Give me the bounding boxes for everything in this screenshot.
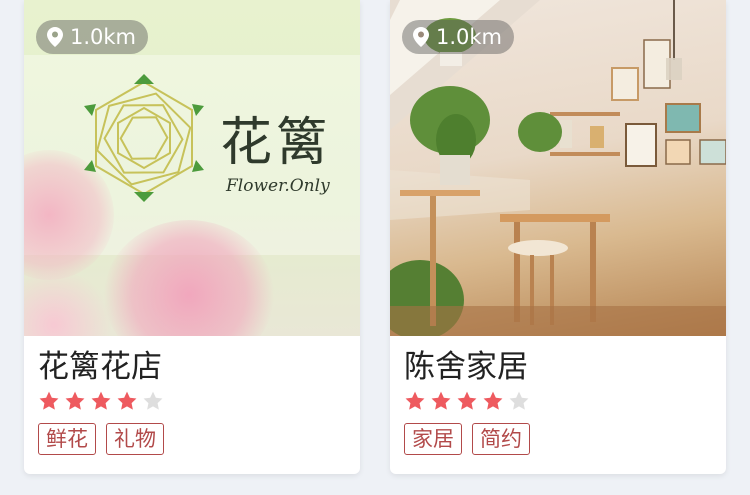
tag-label[interactable]: 礼物	[106, 423, 164, 455]
tag-label[interactable]: 鲜花	[38, 423, 96, 455]
tag-label[interactable]: 家居	[404, 423, 462, 455]
distance-badge: 1.0km	[36, 20, 149, 54]
logo-text: 花篱	[220, 113, 333, 173]
star-filled-icon	[405, 391, 425, 410]
shop-name[interactable]: 陈舍家居	[404, 348, 712, 386]
star-filled-icon	[91, 391, 111, 410]
star-filled-icon	[457, 391, 477, 410]
shop-card[interactable]: 1.0km 陈舍家居 家居 简约	[390, 0, 726, 474]
star-filled-icon	[483, 391, 503, 410]
distance-text: 1.0km	[436, 25, 503, 49]
shop-image[interactable]: 1.0km	[390, 0, 726, 336]
rating-stars	[404, 390, 712, 414]
logo-subtext: Flower.Only	[226, 176, 330, 196]
star-filled-icon	[117, 391, 137, 410]
star-empty-icon	[143, 391, 163, 410]
tag-label[interactable]: 简约	[472, 423, 530, 455]
shop-card[interactable]: 花篱 Flower.Only 1.0km 花篱花店 鲜花 礼物	[24, 0, 360, 474]
shop-image[interactable]: 花篱 Flower.Only 1.0km	[24, 0, 360, 336]
distance-badge: 1.0km	[402, 20, 515, 54]
rating-stars	[38, 390, 346, 414]
distance-text: 1.0km	[70, 25, 137, 49]
shop-name[interactable]: 花篱花店	[38, 348, 346, 386]
star-empty-icon	[509, 391, 529, 410]
location-pin-icon	[47, 27, 63, 47]
location-pin-icon	[413, 27, 429, 47]
blossom-decoration	[24, 270, 114, 336]
star-filled-icon	[431, 391, 451, 410]
star-filled-icon	[39, 391, 59, 410]
star-filled-icon	[65, 391, 85, 410]
